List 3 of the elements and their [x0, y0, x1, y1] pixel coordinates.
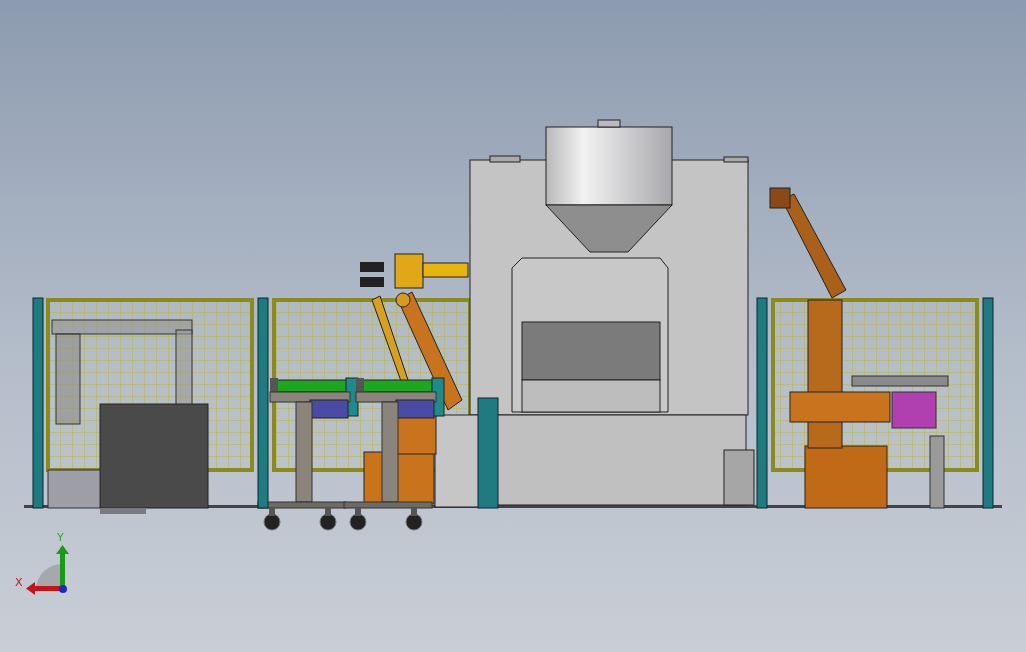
y-axis-label: Y	[57, 532, 64, 544]
coordinate-axes-icon	[26, 545, 69, 595]
x-axis-label: X	[15, 577, 23, 589]
